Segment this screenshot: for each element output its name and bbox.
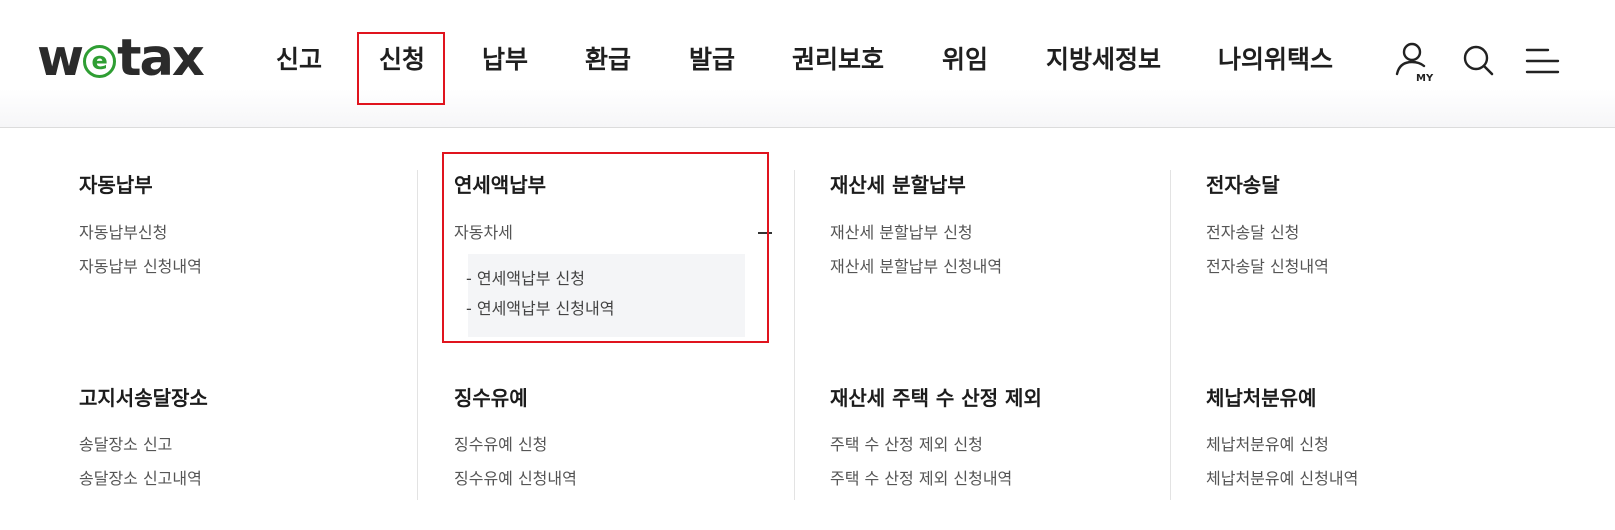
link-e-delivery-apply[interactable]: 전자송달 신청: [1206, 222, 1299, 244]
nav-item-report[interactable]: 신고: [276, 43, 322, 77]
group-title-bill-delivery-place: 고지서송달장소: [79, 386, 208, 410]
link-delivery-place-report[interactable]: 송달장소 신고: [79, 434, 172, 456]
nav-item-refund[interactable]: 환급: [585, 43, 631, 77]
link-collection-deferral-apply[interactable]: 징수유예 신청: [454, 434, 547, 456]
group-title-housing-count-exclusion: 재산세 주택 수 산정 제외: [830, 386, 1042, 410]
group-title-delinquency-deferral: 체납처분유예: [1206, 386, 1317, 410]
link-e-delivery-history[interactable]: 전자송달 신청내역: [1206, 256, 1329, 278]
menu-icon[interactable]: [1522, 38, 1568, 84]
nav-item-payment[interactable]: 납부: [482, 43, 528, 77]
link-delinquency-deferral-apply[interactable]: 체납처분유예 신청: [1206, 434, 1329, 456]
link-collection-deferral-history[interactable]: 징수유예 신청내역: [454, 468, 577, 490]
nav-item-issue[interactable]: 발급: [689, 43, 735, 77]
user-my-icon[interactable]: MY: [1389, 38, 1435, 84]
nav-item-my-wetax[interactable]: 나의위택스: [1218, 43, 1333, 77]
group-title-auto-payment: 자동납부: [79, 173, 153, 197]
link-annual-payment-apply[interactable]: - 연세액납부 신청: [466, 268, 585, 290]
column-divider: [1170, 170, 1171, 500]
group-title-annual-payment: 연세액납부: [454, 173, 546, 197]
search-icon[interactable]: [1456, 38, 1502, 84]
column-divider: [417, 170, 418, 500]
nav-item-rights[interactable]: 권리보호: [792, 43, 884, 77]
nav-item-delegation[interactable]: 위임: [942, 43, 988, 77]
link-property-installment-apply[interactable]: 재산세 분할납부 신청: [830, 222, 973, 244]
link-property-installment-history[interactable]: 재산세 분할납부 신청내역: [830, 256, 1002, 278]
collapse-minus-icon[interactable]: [758, 232, 772, 234]
link-annual-payment-history[interactable]: - 연세액납부 신청내역: [466, 298, 614, 320]
link-auto-payment-apply[interactable]: 자동납부신청: [79, 222, 167, 244]
nav-item-local-tax-info[interactable]: 지방세정보: [1046, 43, 1161, 77]
link-housing-exclusion-history[interactable]: 주택 수 산정 제외 신청내역: [830, 468, 1012, 490]
link-delinquency-deferral-history[interactable]: 체납처분유예 신청내역: [1206, 468, 1358, 490]
site-header: w e tax 신고 신청 납부 환급 발급 권리보호 위임 지방세정보 나의위…: [0, 0, 1615, 128]
group-title-collection-deferral: 징수유예: [454, 386, 528, 410]
link-housing-exclusion-apply[interactable]: 주택 수 산정 제외 신청: [830, 434, 983, 456]
link-auto-payment-history[interactable]: 자동납부 신청내역: [79, 256, 202, 278]
link-delivery-place-history[interactable]: 송달장소 신고내역: [79, 468, 202, 490]
main-navigation: 신고 신청 납부 환급 발급 권리보호 위임 지방세정보 나의위택스: [0, 0, 1615, 128]
submenu-panel: [468, 254, 745, 337]
link-vehicle-tax[interactable]: 자동차세: [454, 222, 513, 244]
group-title-property-installment: 재산세 분할납부: [830, 173, 966, 197]
my-label: MY: [1416, 73, 1434, 84]
nav-item-apply[interactable]: 신청: [379, 43, 425, 77]
column-divider: [794, 170, 795, 500]
group-title-e-delivery: 전자송달: [1206, 173, 1280, 197]
